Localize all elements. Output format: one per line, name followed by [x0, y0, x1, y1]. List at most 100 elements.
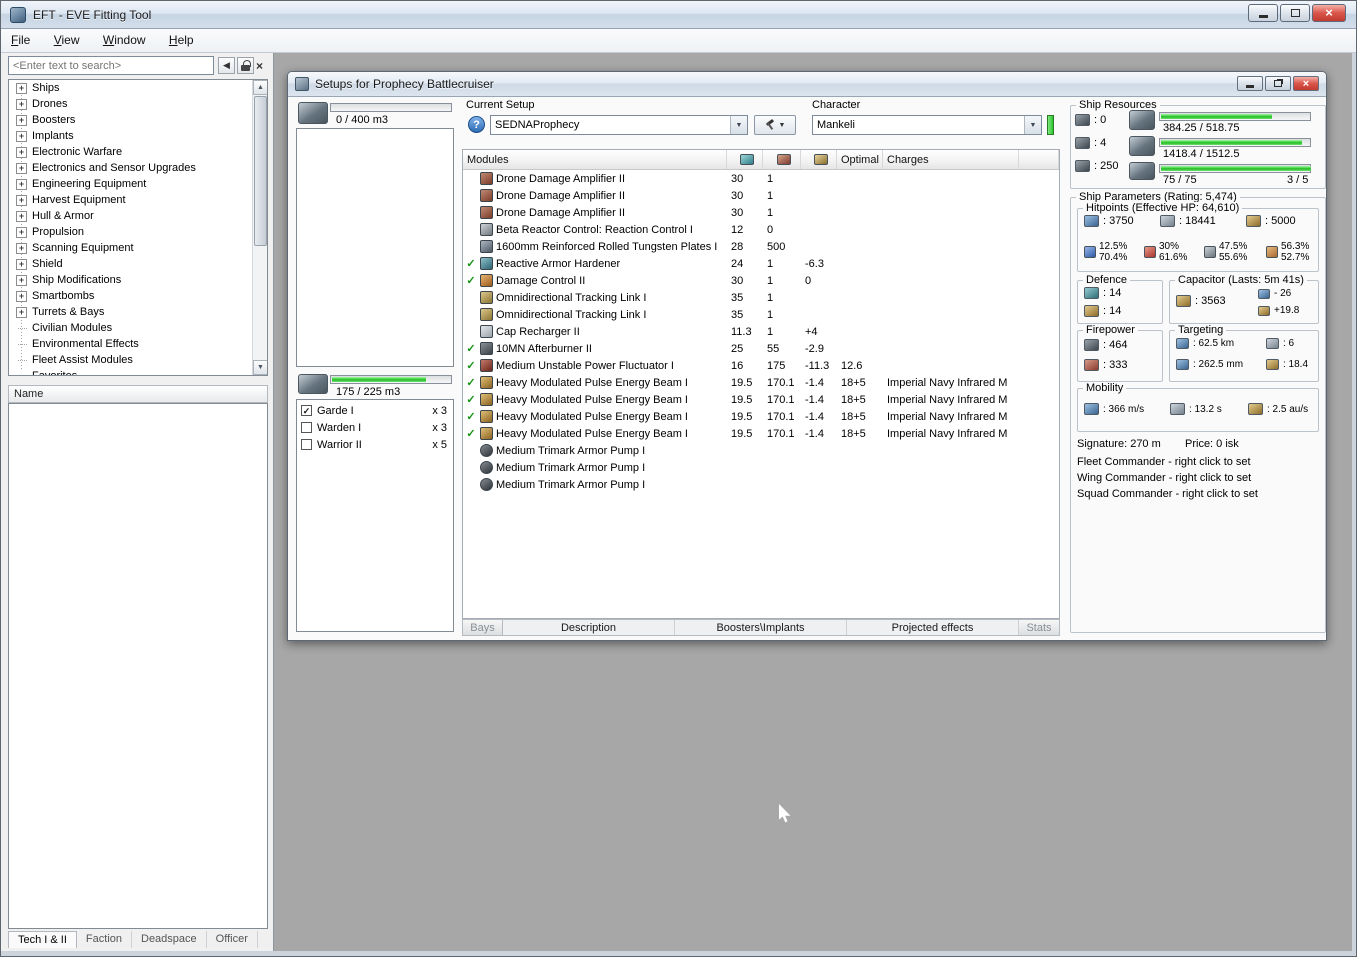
main-titlebar[interactable]: EFT - EVE Fitting Tool × [1, 1, 1356, 29]
tab-projected-effects[interactable]: Projected effects [847, 620, 1019, 635]
tree-item-fleet-assist-modules[interactable]: Fleet Assist Modules [9, 352, 267, 368]
tree-item-boosters[interactable]: + Boosters [9, 112, 267, 128]
module-row[interactable]: ✓ Damage Control II 30 1 0 [463, 272, 1059, 289]
expand-icon[interactable]: + [16, 82, 27, 94]
tree-item-smartbombs[interactable]: + Smartbombs [9, 288, 267, 304]
expand-icon[interactable]: + [16, 306, 27, 318]
expand-icon[interactable]: + [16, 274, 27, 286]
cpu-column-header[interactable] [727, 150, 763, 169]
expand-icon[interactable]: + [16, 258, 27, 270]
module-row[interactable]: ✓ 10MN Afterburner II 25 55 -2.9 [463, 340, 1059, 357]
tree-item-favorites[interactable]: Favorites [9, 368, 267, 375]
module-row[interactable]: Drone Damage Amplifier II 30 1 [463, 170, 1059, 187]
tree-scrollbar[interactable]: ▲ ▼ [252, 80, 267, 375]
minimize-button[interactable] [1248, 4, 1278, 22]
fleet-commander-text[interactable]: Fleet Commander - right click to set [1077, 456, 1251, 468]
drone-row-warrior[interactable]: Warrior II x 5 [297, 436, 453, 453]
tree-item-ship-modifications[interactable]: + Ship Modifications [9, 272, 267, 288]
tree-item-engineering-equipment[interactable]: + Engineering Equipment [9, 176, 267, 192]
cargohold-list[interactable] [296, 128, 454, 367]
maximize-button[interactable] [1280, 4, 1310, 22]
tab-faction[interactable]: Faction [77, 931, 132, 948]
setup-restore-button[interactable] [1265, 76, 1291, 91]
expand-icon[interactable]: + [16, 194, 27, 206]
tab-bays[interactable]: Bays [463, 620, 503, 635]
setup-titlebar[interactable]: Setups for Prophecy Battlecruiser × [288, 72, 1326, 97]
collapse-panel-button[interactable]: ◀ [218, 57, 235, 74]
scroll-up-button[interactable]: ▲ [253, 80, 267, 95]
expand-icon[interactable]: + [16, 210, 27, 222]
tree-item-environmental-effects[interactable]: Environmental Effects [9, 336, 267, 352]
drone-row-warden[interactable]: Warden I x 3 [297, 419, 453, 436]
powergrid-column-header[interactable] [763, 150, 801, 169]
menu-file[interactable]: File [1, 29, 40, 51]
setup-close-button[interactable]: × [1293, 76, 1319, 91]
squad-commander-text[interactable]: Squad Commander - right click to set [1077, 488, 1258, 500]
module-row[interactable]: Drone Damage Amplifier II 30 1 [463, 187, 1059, 204]
expand-icon[interactable]: + [16, 98, 27, 110]
module-row[interactable]: ✓ Heavy Modulated Pulse Energy Beam I 19.5… [463, 408, 1059, 425]
module-row[interactable]: ✓ Heavy Modulated Pulse Energy Beam I 19.5… [463, 374, 1059, 391]
close-button[interactable]: × [1312, 4, 1346, 22]
module-row[interactable]: Medium Trimark Armor Pump I [463, 459, 1059, 476]
tree-item-turrets-bays[interactable]: + Turrets & Bays [9, 304, 267, 320]
menu-help[interactable]: Help [159, 29, 204, 51]
tab-boosters-implants[interactable]: Boosters\Implants [675, 620, 847, 635]
module-row[interactable]: ✓ Heavy Modulated Pulse Energy Beam I 19.5… [463, 391, 1059, 408]
chevron-down-icon[interactable]: ▼ [1024, 116, 1041, 134]
setup-select[interactable]: SEDNAProphecy ▼ [490, 115, 748, 135]
drone-checkbox[interactable] [301, 422, 312, 433]
module-row[interactable]: ✓ Heavy Modulated Pulse Energy Beam I 19.5… [463, 425, 1059, 442]
expand-icon[interactable]: + [16, 242, 27, 254]
tab-tech1-2[interactable]: Tech I & II [8, 931, 77, 948]
tree-item-electronics-sensor-upgrades[interactable]: + Electronics and Sensor Upgrades [9, 160, 267, 176]
wing-commander-text[interactable]: Wing Commander - right click to set [1077, 472, 1251, 484]
tree-item-ships[interactable]: + Ships [9, 80, 267, 96]
expand-icon[interactable]: + [16, 146, 27, 158]
scroll-down-button[interactable]: ▼ [253, 360, 267, 375]
module-row[interactable]: 1600mm Reinforced Rolled Tungsten Plates… [463, 238, 1059, 255]
expand-icon[interactable]: + [16, 290, 27, 302]
tab-officer[interactable]: Officer [207, 931, 258, 948]
expand-icon[interactable]: + [16, 130, 27, 142]
search-input[interactable] [8, 56, 214, 75]
name-column-header[interactable]: Name [8, 385, 268, 403]
tab-deadspace[interactable]: Deadspace [132, 931, 207, 948]
drone-checkbox[interactable] [301, 439, 312, 450]
module-row[interactable]: ✓ Medium Unstable Power Fluctuator I 16 175… [463, 357, 1059, 374]
tab-stats[interactable]: Stats [1019, 620, 1059, 635]
chevron-down-icon[interactable]: ▼ [730, 116, 747, 134]
tab-description[interactable]: Description [503, 620, 675, 635]
scroll-thumb[interactable] [254, 96, 267, 246]
capacitor-column-header[interactable] [801, 150, 837, 169]
expand-icon[interactable]: + [16, 162, 27, 174]
tree-item-harvest-equipment[interactable]: + Harvest Equipment [9, 192, 267, 208]
optimal-column-header[interactable]: Optimal [837, 150, 883, 169]
charges-column-header[interactable]: Charges [883, 150, 1019, 169]
module-row[interactable]: Drone Damage Amplifier II 30 1 [463, 204, 1059, 221]
module-row[interactable]: Omnidirectional Tracking Link I 35 1 [463, 306, 1059, 323]
tree-item-drones[interactable]: + Drones [9, 96, 267, 112]
tree-item-scanning-equipment[interactable]: + Scanning Equipment [9, 240, 267, 256]
module-row[interactable]: Medium Trimark Armor Pump I [463, 442, 1059, 459]
modules-column-header[interactable]: Modules [463, 150, 727, 169]
expand-icon[interactable]: + [16, 226, 27, 238]
module-row[interactable]: Medium Trimark Armor Pump I [463, 476, 1059, 493]
drone-checkbox[interactable]: ✓ [301, 405, 312, 416]
character-select[interactable]: Mankeli ▼ [812, 115, 1042, 135]
menu-view[interactable]: View [44, 29, 90, 51]
expand-icon[interactable]: + [16, 178, 27, 190]
tree-item-hull-armor[interactable]: + Hull & Armor [9, 208, 267, 224]
module-row[interactable]: Beta Reactor Control: Reaction Control I… [463, 221, 1059, 238]
drone-row-garde[interactable]: ✓ Garde I x 3 [297, 402, 453, 419]
tree-item-electronic-warfare[interactable]: + Electronic Warfare [9, 144, 267, 160]
close-panel-button[interactable]: × [251, 57, 268, 74]
module-row[interactable]: ✓ Reactive Armor Hardener 24 1 -6.3 [463, 255, 1059, 272]
module-row[interactable]: Omnidirectional Tracking Link I 35 1 [463, 289, 1059, 306]
module-row[interactable]: Cap Recharger II 11.3 1 +4 [463, 323, 1059, 340]
item-results-list[interactable] [8, 403, 268, 929]
setup-minimize-button[interactable] [1237, 76, 1263, 91]
setup-tools-button[interactable]: ▼ [754, 115, 796, 135]
tree-item-implants[interactable]: + Implants [9, 128, 267, 144]
tree-item-civilian-modules[interactable]: Civilian Modules [9, 320, 267, 336]
